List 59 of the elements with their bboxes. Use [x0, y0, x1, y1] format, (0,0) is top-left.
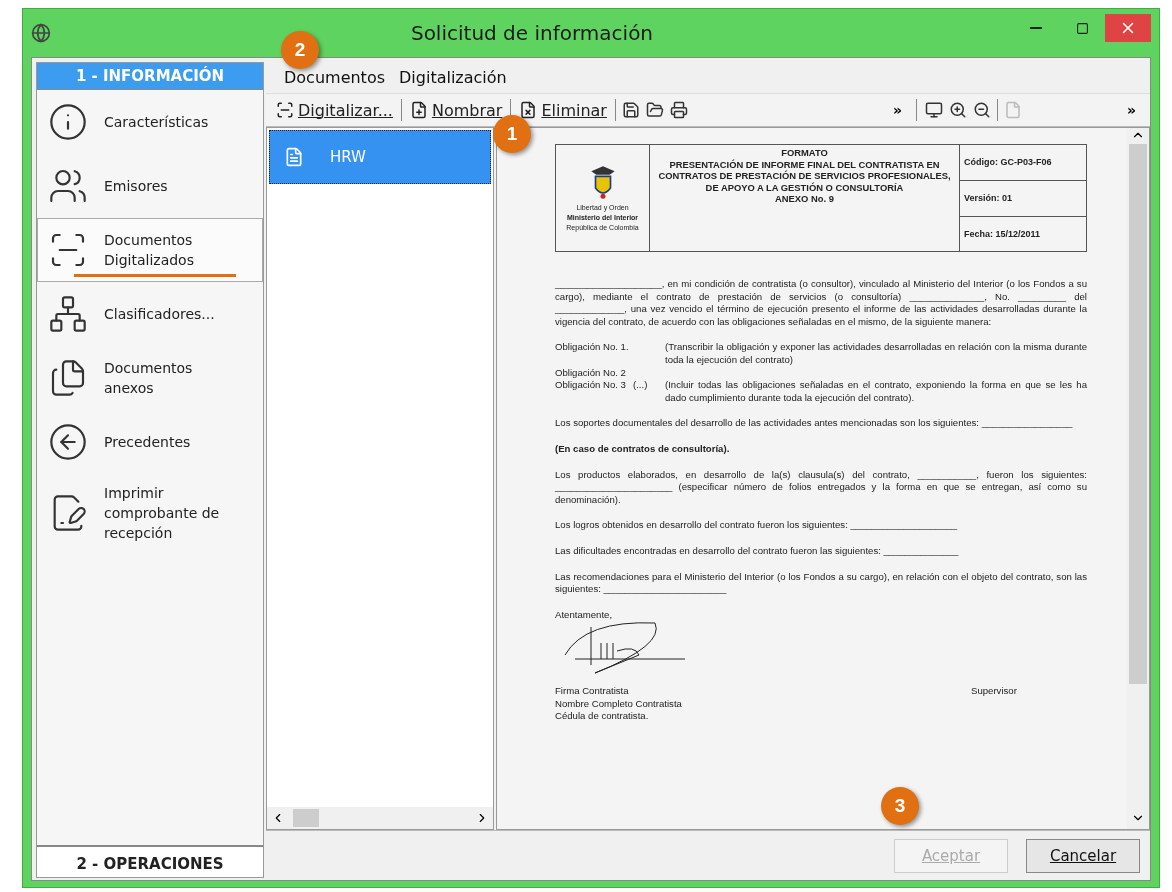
printer-icon[interactable]: [669, 101, 688, 119]
obligation-label: Obligación No. 3: [555, 379, 627, 393]
form-title: PRESENTACIÓN DE INFORME FINAL DEL CONTRATISTA EN CONTRATOS DE PRESTACIÓN DE SERVICIOS PROFESIONALES, DE APOYO A LA GESTIÓN O CONSULTORÍA: [657, 158, 952, 193]
paragraph: Los logros obtenidos en desarrollo del contrato fueron los siguientes: ____________________: [555, 519, 959, 532]
section-header[interactable]: 2 - OPERACIONES: [37, 845, 263, 877]
maximize-icon: [1075, 21, 1089, 35]
sidebar-item[interactable]: Imprimir comprobante de recepción: [37, 474, 263, 552]
obligation-note: (Transcribir la obligación y exponer las actividades desarrolladas en relación con la misma durante toda la ejecución del contrato): [665, 341, 1087, 367]
delete-document-icon: [519, 101, 538, 119]
new-document-icon: [409, 101, 428, 119]
ellipsis-mark: (...): [633, 379, 648, 391]
obligation-label: Obligación No. 2: [555, 366, 627, 380]
window-title: Solicitud de información: [409, 21, 655, 45]
form-title: FORMATO: [781, 147, 828, 159]
signature-line: Supervisor: [971, 685, 1017, 697]
vertical-scrollbar[interactable]: [1127, 128, 1149, 829]
app-icon: [31, 23, 51, 43]
overflow-chevron[interactable]: »: [886, 102, 908, 118]
sidebar-item[interactable]: Emisores: [37, 154, 263, 218]
sidebar-item[interactable]: Documentos Digitalizados: [37, 218, 263, 282]
fit-page-icon[interactable]: [925, 101, 943, 119]
overflow-chevron[interactable]: »: [1120, 102, 1142, 118]
signature-line: Nombre Completo Contratista: [555, 697, 683, 711]
form-meta: Código: GC-P03-F06: [963, 156, 1053, 170]
tree-icon: [48, 294, 88, 334]
scanner-icon: [276, 101, 294, 119]
dialog-button[interactable]: Cancelar: [1026, 838, 1140, 873]
scrollbar-thumb[interactable]: [293, 809, 319, 827]
zoom-in-icon[interactable]: [949, 101, 967, 119]
toolbar-button[interactable]: Digitalizar...: [274, 98, 395, 122]
document-icon: [284, 147, 304, 167]
sidebar-item[interactable]: Características: [37, 90, 263, 154]
scrollbar-thumb[interactable]: [1129, 144, 1147, 684]
signature-line: Cédula de contratista.: [555, 710, 650, 724]
zoom-out-icon[interactable]: [973, 101, 991, 119]
save-icon[interactable]: [621, 101, 640, 119]
paragraph: Las dificultades encontradas en desarrollo del contrato fueron las siguientes: ______________: [555, 544, 960, 558]
paragraph: ____________________, en mi condición de contratista (o consultor), vinculado al Ministerio del Interior (o los Fondos a su cargo), mediante el contrato de prestación de servicios (o consultoría) ______________, No. _________ del _____________, una vez vencido el término de ejecución presento el informe de las actividades desarrolladas durante la vigencia del contrato, de acuerdo con las obligaciones señaladas en el mismo, de la siguiente manera:: [555, 278, 1087, 329]
obligation-label: Obligación No. 1.: [555, 341, 630, 355]
sidebar-item[interactable]: Precedentes: [37, 410, 263, 474]
menu-item[interactable]: Digitalización: [399, 68, 507, 87]
obligation-note: (Incluir todas las obligaciones señaladas en el contrato, exponiendo la forma en que se les ha dado cumplimiento durante toda la ejecución del contrato).: [665, 379, 1087, 405]
horizontal-scrollbar[interactable]: [267, 807, 493, 829]
form-title: ANEXO No. 9: [775, 193, 834, 205]
minimize-icon: [1030, 27, 1042, 29]
folder-icon[interactable]: [645, 101, 664, 119]
paragraph: (En caso de contratos de consultoría).: [555, 442, 731, 456]
paragraph: Los productos elaborados, en desarrollo de la(s) clausula(s) del contrato, ___________, fueron los siguientes: ______________________ (especificar número de folios entregados y la forma en que se entregan, así como su denominación).: [555, 468, 1087, 507]
signature-line: Firma Contratista: [555, 685, 630, 698]
form-meta: Versión: 01: [960, 180, 1086, 216]
paragraph: Las recomendaciones para el Ministerio del Interior (o los Fondos a su cargo), en relación con el objeto del contrato, son las siguientes: _______________________: [555, 570, 1087, 596]
closing-text: Atentamente,: [555, 608, 613, 622]
sidebar-item[interactable]: Documentos anexos: [37, 346, 263, 410]
step-marker: 2: [281, 31, 319, 69]
menu-item[interactable]: Documentos: [284, 68, 385, 87]
info-icon: [48, 102, 88, 142]
paragraph: Los soportes documentales del desarrollo de las actividades antes mencionadas son los siguientes: _________________: [555, 417, 1074, 430]
form-meta: Fecha: 15/12/2011: [960, 215, 1086, 251]
sidebar-item[interactable]: Clasificadores...: [37, 282, 263, 346]
